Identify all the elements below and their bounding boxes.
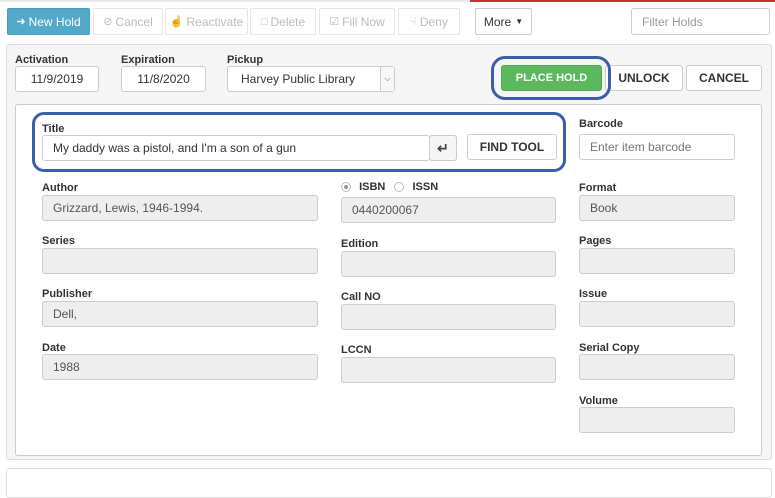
more-label: More	[483, 14, 512, 29]
edition-field[interactable]	[341, 251, 556, 277]
thumbs-up-icon: ☝	[169, 16, 184, 28]
pickup-select[interactable]: Harvey Public Library ⌵	[227, 66, 395, 92]
isbn-label: ISBN	[359, 181, 386, 193]
ban-icon: ⊘	[103, 16, 113, 28]
deny-button[interactable]: ☟ Deny	[398, 8, 460, 35]
chevron-down-icon: ⌵	[380, 67, 394, 91]
author-label: Author	[42, 182, 79, 194]
volume-label: Volume	[579, 395, 618, 407]
reactivate-button[interactable]: ☝ Reactivate	[165, 8, 248, 35]
expiration-label: Expiration	[121, 54, 175, 66]
unlock-button[interactable]: UNLOCK	[605, 65, 683, 91]
activation-date-field[interactable]: 11/9/2019	[15, 66, 99, 92]
find-tool-button[interactable]: FIND TOOL	[467, 134, 557, 160]
issue-label: Issue	[579, 288, 608, 300]
trash-icon: □	[260, 15, 268, 28]
pickup-label: Pickup	[227, 54, 264, 66]
title-label: Title	[42, 123, 65, 135]
fill-now-button[interactable]: ☑ Fill Now	[319, 8, 395, 35]
delete-label: Delete	[270, 14, 306, 29]
place-hold-button[interactable]: PLACE HOLD	[501, 65, 602, 91]
date-field[interactable]: 1988	[42, 354, 318, 380]
issn-label: ISSN	[412, 181, 439, 193]
caret-down-icon: ▼	[515, 17, 524, 26]
serial-copy-field[interactable]	[579, 354, 735, 380]
isbn-issn-toggle: ISBN ISSN	[341, 181, 438, 193]
edition-label: Edition	[341, 238, 379, 250]
format-field[interactable]: Book	[579, 195, 735, 221]
barcode-input[interactable]	[579, 134, 735, 160]
deny-label: Deny	[419, 14, 448, 29]
isbn-radio[interactable]	[341, 182, 351, 193]
author-field[interactable]: Grizzard, Lewis, 1946-1994.	[42, 195, 318, 221]
serial-copy-label: Serial Copy	[579, 342, 640, 354]
date-label: Date	[42, 342, 66, 354]
expiration-date-field[interactable]: 11/8/2020	[121, 66, 206, 92]
issn-radio[interactable]	[394, 182, 405, 193]
volume-field[interactable]	[579, 407, 735, 433]
filter-holds-input[interactable]	[631, 8, 770, 35]
sign-in-icon: ➜	[16, 16, 26, 28]
top-accent-border	[470, 0, 775, 2]
activation-label: Activation	[15, 54, 69, 66]
publisher-label: Publisher	[42, 288, 93, 300]
lccn-label: LCCN	[341, 344, 372, 356]
format-label: Format	[579, 182, 617, 194]
cancel-hold-label: Cancel	[115, 14, 153, 29]
pages-label: Pages	[579, 235, 612, 247]
call-no-field[interactable]	[341, 304, 556, 330]
series-field[interactable]	[42, 248, 318, 274]
isbn-field[interactable]: 0440200067	[341, 197, 556, 223]
barcode-label: Barcode	[579, 118, 624, 130]
issue-field[interactable]	[579, 301, 735, 327]
new-hold-button[interactable]: ➜ New Hold	[7, 8, 90, 35]
pages-field[interactable]	[579, 248, 735, 274]
cancel-hold-button[interactable]: ⊘ Cancel	[93, 8, 163, 35]
new-hold-label: New Hold	[28, 14, 81, 29]
enter-icon[interactable]: ↵	[429, 135, 457, 161]
lccn-field[interactable]	[341, 357, 556, 383]
thumbs-down-icon: ☟	[410, 16, 417, 28]
cancel-button[interactable]: CANCEL	[686, 65, 762, 91]
holds-toolbar: ➜ New Hold ⊘ Cancel ☝ Reactivate □ Delet…	[0, 8, 775, 35]
series-label: Series	[42, 235, 76, 247]
secondary-panel	[6, 468, 772, 498]
call-no-label: Call NO	[341, 291, 381, 303]
publisher-field[interactable]: Dell,	[42, 301, 318, 327]
more-dropdown-button[interactable]: More ▼	[475, 8, 532, 35]
delete-button[interactable]: □ Delete	[250, 8, 316, 35]
reactivate-label: Reactivate	[186, 14, 244, 29]
fill-now-label: Fill Now	[342, 14, 385, 29]
check-square-icon: ☑	[329, 16, 340, 28]
pickup-selected-value: Harvey Public Library	[241, 72, 356, 86]
title-input[interactable]: My daddy was a pistol, and I'm a son of …	[42, 135, 430, 161]
